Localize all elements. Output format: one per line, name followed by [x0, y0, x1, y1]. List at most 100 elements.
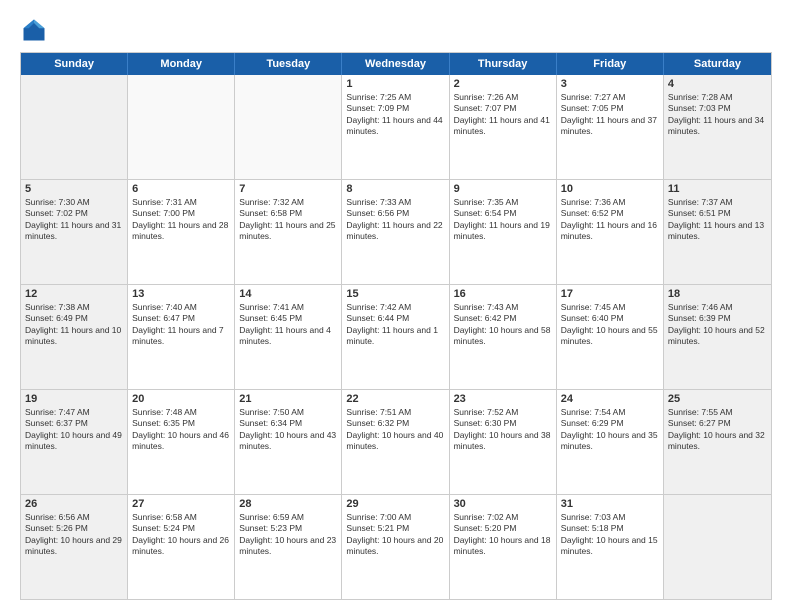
calendar: SundayMondayTuesdayWednesdayThursdayFrid… — [20, 52, 772, 600]
day-header-sunday: Sunday — [21, 53, 128, 75]
calendar-cell: 23 Sunrise: 7:52 AMSunset: 6:30 PMDayligh… — [450, 390, 557, 494]
cell-info: Sunrise: 7:47 AMSunset: 6:37 PMDaylight:… — [25, 407, 123, 453]
page: SundayMondayTuesdayWednesdayThursdayFrid… — [0, 0, 792, 612]
cell-info: Sunrise: 7:27 AMSunset: 7:05 PMDaylight:… — [561, 92, 659, 138]
calendar-cell: 18 Sunrise: 7:46 AMSunset: 6:39 PMDayligh… — [664, 285, 771, 389]
cell-info: Sunrise: 7:43 AMSunset: 6:42 PMDaylight:… — [454, 302, 552, 348]
cell-info: Sunrise: 7:52 AMSunset: 6:30 PMDaylight:… — [454, 407, 552, 453]
calendar-cell: 4Sunrise: 7:28 AMSunset: 7:03 PMDaylight… — [664, 75, 771, 179]
day-number: 21 — [239, 393, 337, 405]
calendar-cell — [21, 75, 128, 179]
calendar-cell: 5Sunrise: 7:30 AMSunset: 7:02 PMDaylight… — [21, 180, 128, 284]
day-header-wednesday: Wednesday — [342, 53, 449, 75]
calendar-cell: 1 Sunrise: 7:25 AMSunset: 7:09 PMDaylight… — [342, 75, 449, 179]
cell-info: Sunrise: 7:48 AMSunset: 6:35 PMDaylight:… — [132, 407, 230, 453]
day-number: 1 — [346, 78, 444, 90]
day-number: 6 — [132, 183, 230, 195]
logo-icon — [20, 16, 48, 44]
calendar-cell — [128, 75, 235, 179]
day-number: 30 — [454, 498, 552, 510]
calendar-cell: 10 Sunrise: 7:36 AMSunset: 6:52 PMDayligh… — [557, 180, 664, 284]
day-number: 3 — [561, 78, 659, 90]
cell-info: Sunrise: 7:36 AMSunset: 6:52 PMDaylight:… — [561, 197, 659, 243]
calendar-cell: 7Sunrise: 7:32 AMSunset: 6:58 PMDaylight… — [235, 180, 342, 284]
calendar-cell: 30 Sunrise: 7:02 AMSunset: 5:20 PMDayligh… — [450, 495, 557, 599]
calendar-cell: 31 Sunrise: 7:03 AMSunset: 5:18 PMDayligh… — [557, 495, 664, 599]
cell-info: Sunrise: 7:00 AMSunset: 5:21 PMDaylight:… — [346, 512, 444, 558]
day-number: 8 — [346, 183, 444, 195]
day-number: 17 — [561, 288, 659, 300]
cell-info: Sunrise: 7:33 AMSunset: 6:56 PMDaylight:… — [346, 197, 444, 243]
day-number: 28 — [239, 498, 337, 510]
cell-info: Sunrise: 7:41 AMSunset: 6:45 PMDaylight:… — [239, 302, 337, 348]
calendar-row-0: 1 Sunrise: 7:25 AMSunset: 7:09 PMDaylight… — [21, 75, 771, 180]
calendar-cell: 20Sunrise: 7:48 AMSunset: 6:35 PMDayligh… — [128, 390, 235, 494]
calendar-row-2: 12 Sunrise: 7:38 AMSunset: 6:49 PMDayligh… — [21, 285, 771, 390]
logo — [20, 16, 52, 44]
cell-info: Sunrise: 7:37 AMSunset: 6:51 PMDaylight:… — [668, 197, 767, 243]
day-number: 31 — [561, 498, 659, 510]
header — [20, 16, 772, 44]
calendar-cell: 15Sunrise: 7:42 AMSunset: 6:44 PMDayligh… — [342, 285, 449, 389]
calendar-row-4: 26 Sunrise: 6:56 AMSunset: 5:26 PMDayligh… — [21, 495, 771, 599]
day-header-friday: Friday — [557, 53, 664, 75]
day-header-saturday: Saturday — [664, 53, 771, 75]
cell-info: Sunrise: 7:38 AMSunset: 6:49 PMDaylight:… — [25, 302, 123, 348]
calendar-cell: 21 Sunrise: 7:50 AMSunset: 6:34 PMDayligh… — [235, 390, 342, 494]
calendar-cell: 29 Sunrise: 7:00 AMSunset: 5:21 PMDayligh… — [342, 495, 449, 599]
day-number: 10 — [561, 183, 659, 195]
calendar-body: 1 Sunrise: 7:25 AMSunset: 7:09 PMDaylight… — [21, 75, 771, 599]
calendar-row-1: 5Sunrise: 7:30 AMSunset: 7:02 PMDaylight… — [21, 180, 771, 285]
day-number: 26 — [25, 498, 123, 510]
calendar-cell: 13 Sunrise: 7:40 AMSunset: 6:47 PMDayligh… — [128, 285, 235, 389]
day-number: 11 — [668, 183, 767, 195]
calendar-cell — [235, 75, 342, 179]
day-header-tuesday: Tuesday — [235, 53, 342, 75]
day-number: 19 — [25, 393, 123, 405]
day-number: 15 — [346, 288, 444, 300]
calendar-cell: 11 Sunrise: 7:37 AMSunset: 6:51 PMDayligh… — [664, 180, 771, 284]
day-number: 18 — [668, 288, 767, 300]
cell-info: Sunrise: 7:40 AMSunset: 6:47 PMDaylight:… — [132, 302, 230, 348]
calendar-cell: 12 Sunrise: 7:38 AMSunset: 6:49 PMDayligh… — [21, 285, 128, 389]
day-number: 7 — [239, 183, 337, 195]
calendar-cell: 19 Sunrise: 7:47 AMSunset: 6:37 PMDayligh… — [21, 390, 128, 494]
calendar-cell: 2 Sunrise: 7:26 AMSunset: 7:07 PMDaylight… — [450, 75, 557, 179]
cell-info: Sunrise: 7:51 AMSunset: 6:32 PMDaylight:… — [346, 407, 444, 453]
cell-info: Sunrise: 6:56 AMSunset: 5:26 PMDaylight:… — [25, 512, 123, 558]
calendar-row-3: 19 Sunrise: 7:47 AMSunset: 6:37 PMDayligh… — [21, 390, 771, 495]
day-number: 23 — [454, 393, 552, 405]
calendar-header: SundayMondayTuesdayWednesdayThursdayFrid… — [21, 53, 771, 75]
day-number: 25 — [668, 393, 767, 405]
calendar-cell: 14Sunrise: 7:41 AMSunset: 6:45 PMDayligh… — [235, 285, 342, 389]
day-number: 13 — [132, 288, 230, 300]
calendar-cell: 9Sunrise: 7:35 AMSunset: 6:54 PMDaylight… — [450, 180, 557, 284]
calendar-cell: 8 Sunrise: 7:33 AMSunset: 6:56 PMDaylight… — [342, 180, 449, 284]
cell-info: Sunrise: 7:28 AMSunset: 7:03 PMDaylight:… — [668, 92, 767, 138]
cell-info: Sunrise: 7:31 AMSunset: 7:00 PMDaylight:… — [132, 197, 230, 243]
day-number: 24 — [561, 393, 659, 405]
cell-info: Sunrise: 7:45 AMSunset: 6:40 PMDaylight:… — [561, 302, 659, 348]
day-number: 29 — [346, 498, 444, 510]
cell-info: Sunrise: 7:55 AMSunset: 6:27 PMDaylight:… — [668, 407, 767, 453]
cell-info: Sunrise: 7:02 AMSunset: 5:20 PMDaylight:… — [454, 512, 552, 558]
calendar-cell: 16Sunrise: 7:43 AMSunset: 6:42 PMDayligh… — [450, 285, 557, 389]
calendar-cell: 3 Sunrise: 7:27 AMSunset: 7:05 PMDaylight… — [557, 75, 664, 179]
calendar-cell: 17 Sunrise: 7:45 AMSunset: 6:40 PMDayligh… — [557, 285, 664, 389]
calendar-cell: 24 Sunrise: 7:54 AMSunset: 6:29 PMDayligh… — [557, 390, 664, 494]
calendar-cell: 27Sunrise: 6:58 AMSunset: 5:24 PMDayligh… — [128, 495, 235, 599]
cell-info: Sunrise: 7:50 AMSunset: 6:34 PMDaylight:… — [239, 407, 337, 453]
day-number: 12 — [25, 288, 123, 300]
calendar-cell: 28Sunrise: 6:59 AMSunset: 5:23 PMDayligh… — [235, 495, 342, 599]
calendar-cell: 25 Sunrise: 7:55 AMSunset: 6:27 PMDayligh… — [664, 390, 771, 494]
calendar-cell: 6 Sunrise: 7:31 AMSunset: 7:00 PMDaylight… — [128, 180, 235, 284]
day-number: 2 — [454, 78, 552, 90]
cell-info: Sunrise: 7:54 AMSunset: 6:29 PMDaylight:… — [561, 407, 659, 453]
cell-info: Sunrise: 7:26 AMSunset: 7:07 PMDaylight:… — [454, 92, 552, 138]
cell-info: Sunrise: 7:25 AMSunset: 7:09 PMDaylight:… — [346, 92, 444, 138]
day-number: 22 — [346, 393, 444, 405]
cell-info: Sunrise: 7:03 AMSunset: 5:18 PMDaylight:… — [561, 512, 659, 558]
cell-info: Sunrise: 7:46 AMSunset: 6:39 PMDaylight:… — [668, 302, 767, 348]
calendar-cell: 26 Sunrise: 6:56 AMSunset: 5:26 PMDayligh… — [21, 495, 128, 599]
day-header-monday: Monday — [128, 53, 235, 75]
